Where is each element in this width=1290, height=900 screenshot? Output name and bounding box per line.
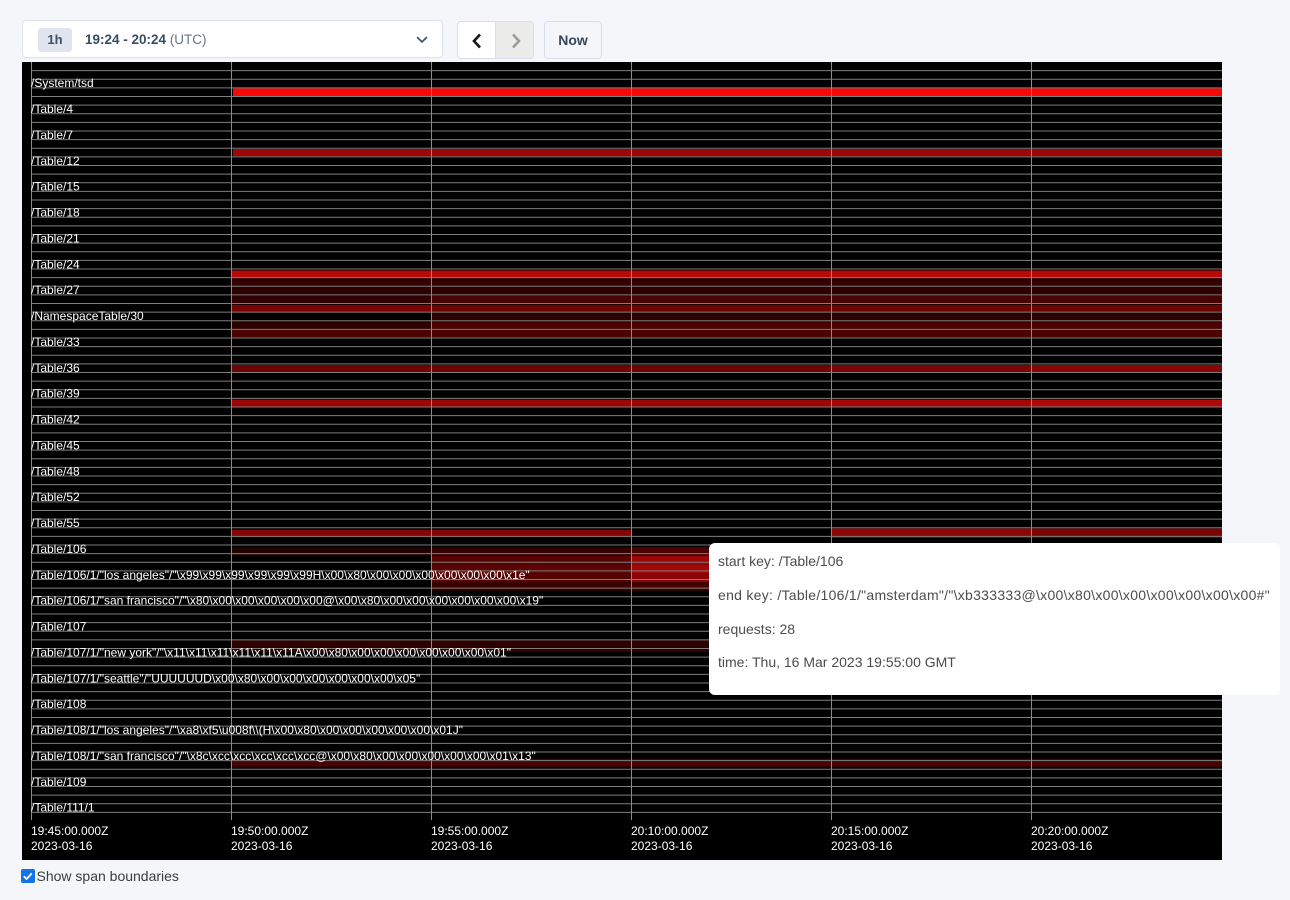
svg-text:2023-03-16: 2023-03-16 — [831, 839, 893, 853]
svg-text:/Table/52: /Table/52 — [31, 490, 80, 504]
svg-text:20:20:00.000Z: 20:20:00.000Z — [1031, 824, 1108, 838]
svg-text:/Table/42: /Table/42 — [31, 413, 80, 427]
svg-text:19:45:00.000Z: 19:45:00.000Z — [31, 824, 108, 838]
svg-text:/System/tsd: /System/tsd — [31, 76, 94, 90]
svg-text:/Table/109: /Table/109 — [31, 775, 87, 789]
svg-text:/Table/48: /Table/48 — [31, 464, 80, 478]
svg-text:/Table/107: /Table/107 — [31, 620, 87, 634]
svg-text:/Table/108: /Table/108 — [31, 697, 87, 711]
svg-text:/Table/106/1/"los angeles"/"\x: /Table/106/1/"los angeles"/"\x99\x99\x99… — [31, 568, 530, 582]
svg-text:/Table/4: /Table/4 — [31, 102, 73, 116]
svg-text:/Table/107/1/"seattle"/"UUUUUU: /Table/107/1/"seattle"/"UUUUUUD\x00\x80\… — [31, 671, 420, 685]
svg-text:/Table/107/1/"new york"/"\x11\: /Table/107/1/"new york"/"\x11\x11\x11\x1… — [31, 646, 511, 660]
svg-text:/NamespaceTable/30: /NamespaceTable/30 — [31, 309, 144, 323]
svg-text:/Table/106/1/"san francisco"/": /Table/106/1/"san francisco"/"\x80\x00\x… — [31, 594, 543, 608]
svg-text:/Table/7: /Table/7 — [31, 128, 73, 142]
svg-text:/Table/45: /Table/45 — [31, 438, 80, 452]
svg-text:2023-03-16: 2023-03-16 — [631, 839, 693, 853]
svg-text:2023-03-16: 2023-03-16 — [1031, 839, 1093, 853]
svg-text:19:50:00.000Z: 19:50:00.000Z — [231, 824, 308, 838]
svg-text:2023-03-16: 2023-03-16 — [31, 839, 93, 853]
svg-text:2023-03-16: 2023-03-16 — [431, 839, 493, 853]
svg-text:/Table/33: /Table/33 — [31, 335, 80, 349]
svg-text:20:10:00.000Z: 20:10:00.000Z — [631, 824, 708, 838]
svg-text:/Table/15: /Table/15 — [31, 180, 80, 194]
svg-text:/Table/36: /Table/36 — [31, 361, 80, 375]
svg-text:19:55:00.000Z: 19:55:00.000Z — [431, 824, 508, 838]
svg-text:/Table/27: /Table/27 — [31, 283, 80, 297]
svg-text:/Table/108/1/"los angeles"/"\x: /Table/108/1/"los angeles"/"\xa8\xf5\u00… — [31, 723, 463, 737]
svg-text:/Table/106: /Table/106 — [31, 542, 87, 556]
svg-text:20:15:00.000Z: 20:15:00.000Z — [831, 824, 908, 838]
svg-text:/Table/18: /Table/18 — [31, 206, 80, 220]
svg-text:/Table/111/1: /Table/111/1 — [31, 801, 95, 815]
svg-text:/Table/108/1/"san francisco"/": /Table/108/1/"san francisco"/"\x8c\xcc\x… — [31, 749, 536, 763]
svg-text:/Table/55: /Table/55 — [31, 516, 80, 530]
svg-text:/Table/21: /Table/21 — [31, 231, 80, 245]
svg-text:/Table/24: /Table/24 — [31, 257, 80, 271]
svg-text:2023-03-16: 2023-03-16 — [231, 839, 293, 853]
svg-text:/Table/39: /Table/39 — [31, 387, 80, 401]
svg-text:/Table/12: /Table/12 — [31, 154, 80, 168]
